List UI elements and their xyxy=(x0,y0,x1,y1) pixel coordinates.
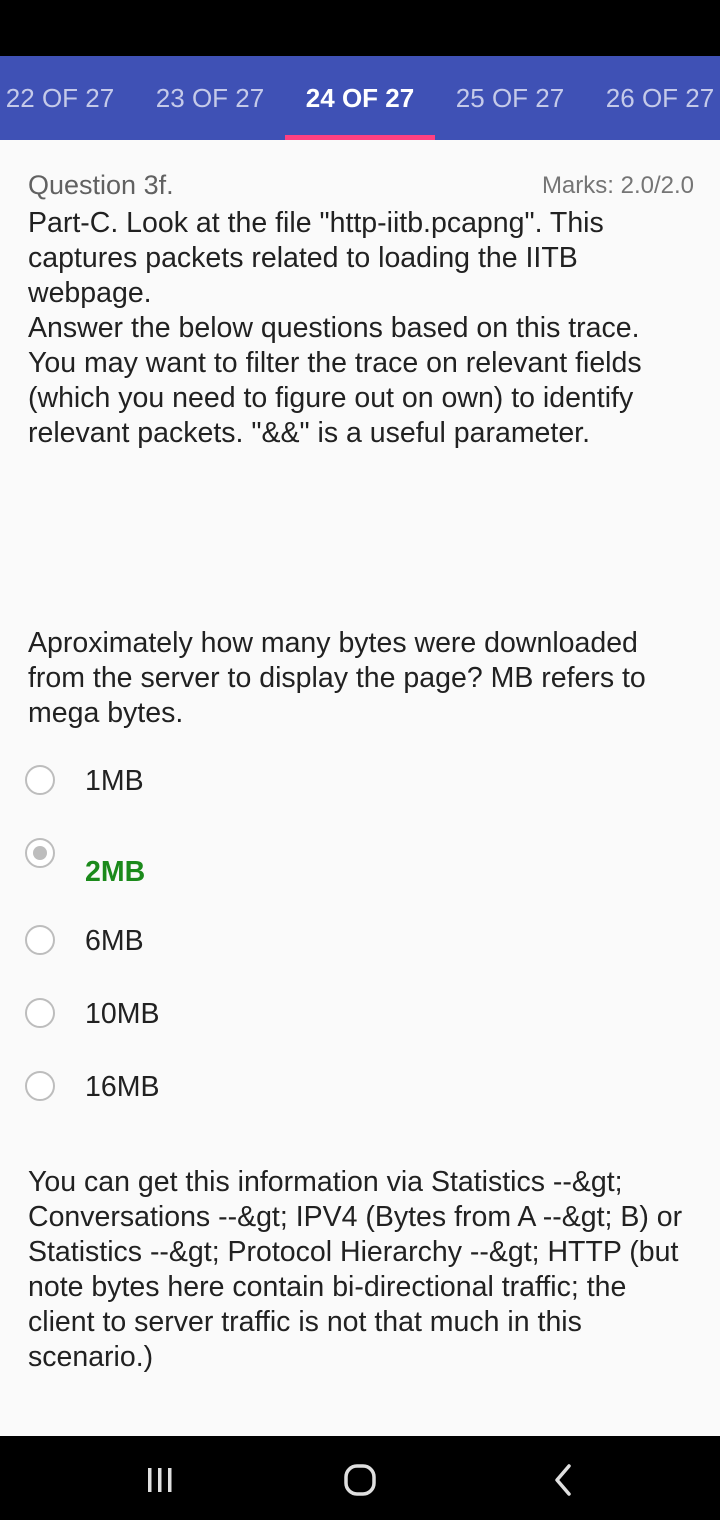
question-header: Question 3f. Marks: 2.0/2.0 xyxy=(28,170,694,206)
option-6mb[interactable]: 6MB xyxy=(25,913,694,986)
tab-26-of-27[interactable]: 26 OF 27 xyxy=(585,56,720,140)
answer-feedback: You can get this information via Statist… xyxy=(28,1166,683,1373)
option-label-correct: 2MB xyxy=(85,856,146,888)
radio-unchecked-icon[interactable] xyxy=(25,998,55,1028)
home-icon[interactable] xyxy=(338,1458,382,1502)
option-2mb[interactable]: 2MB xyxy=(25,826,694,913)
option-label: 6MB xyxy=(85,925,144,957)
question-content: Question 3f. Marks: 2.0/2.0 Part-C. Look… xyxy=(25,140,694,1375)
question-intro: Part-C. Look at the file "http-iitb.pcap… xyxy=(28,207,604,309)
radio-unchecked-icon[interactable] xyxy=(25,925,55,955)
option-label: 10MB xyxy=(85,998,160,1030)
radio-unchecked-icon[interactable] xyxy=(25,765,55,795)
question-text: Aproximately how many bytes were downloa… xyxy=(28,627,646,729)
option-10mb[interactable]: 10MB xyxy=(25,986,694,1059)
back-icon[interactable] xyxy=(541,1458,585,1502)
tab-22-of-27[interactable]: 22 OF 27 xyxy=(0,56,135,140)
option-label: 16MB xyxy=(85,1071,160,1103)
tab-25-of-27[interactable]: 25 OF 27 xyxy=(435,56,585,140)
tab-24-of-27[interactable]: 24 OF 27 xyxy=(285,56,435,140)
question-instructions: Answer the below questions based on this… xyxy=(28,312,642,449)
radio-checked-icon[interactable] xyxy=(25,838,55,868)
question-marks: Marks: 2.0/2.0 xyxy=(541,172,694,199)
question-tab-bar: 22 OF 27 23 OF 27 24 OF 27 25 OF 27 26 O… xyxy=(0,56,720,140)
system-navigation-bar xyxy=(0,1436,720,1520)
recents-icon[interactable] xyxy=(138,1458,182,1502)
question-number: Question 3f. xyxy=(28,170,174,200)
tab-23-of-27[interactable]: 23 OF 27 xyxy=(135,56,285,140)
option-1mb[interactable]: 1MB xyxy=(25,753,694,826)
option-16mb[interactable]: 16MB xyxy=(25,1059,694,1132)
option-label: 1MB xyxy=(85,765,144,797)
answer-options: 1MB 2MB 6MB 10MB 16MB xyxy=(25,753,694,1132)
radio-unchecked-icon[interactable] xyxy=(25,1071,55,1101)
status-bar xyxy=(0,0,720,56)
